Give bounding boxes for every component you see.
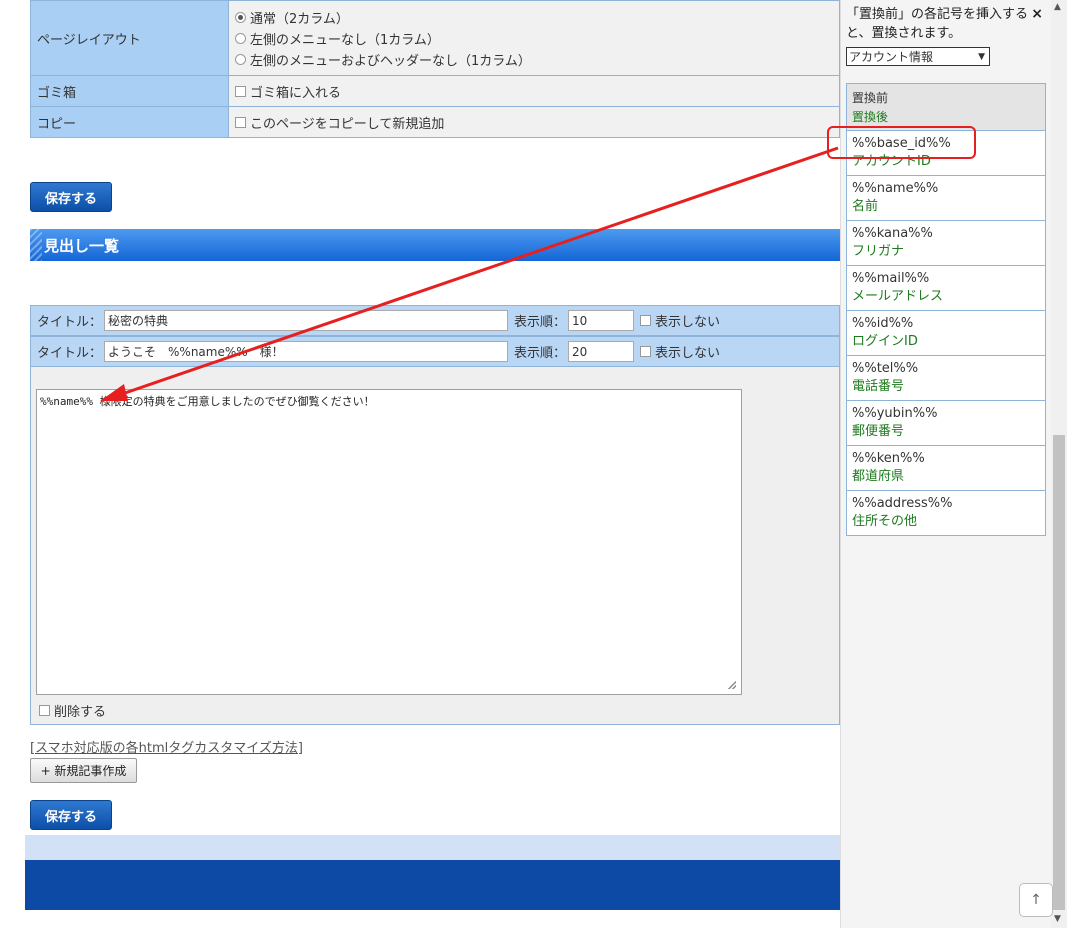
heading-row: タイトル： ようこそ %%name%% 様！ 表示順： 20 表示しない: [30, 336, 840, 367]
variable-item[interactable]: %%address%% 住所その他: [846, 491, 1046, 536]
footer-band-light: [25, 835, 840, 860]
trash-label: ゴミ箱: [30, 75, 229, 107]
scroll-down-icon[interactable]: ▼: [1054, 914, 1061, 924]
layout-option-1col-no-menu[interactable]: 左側のメニューなし（1カラム）: [235, 28, 833, 49]
variable-item[interactable]: %%tel%% 電話番号: [846, 356, 1046, 401]
layout-option-1col-no-header[interactable]: 左側のメニューおよびヘッダーなし（1カラム）: [235, 49, 833, 70]
resize-grip-icon[interactable]: [728, 681, 736, 689]
annotation-highlight-box: [827, 126, 976, 159]
variable-item[interactable]: %%id%% ログインID: [846, 311, 1046, 356]
page-settings-table: ページレイアウト 通常（2カラム） 左側のメニューなし（1カラム） 左側のメニュ…: [30, 0, 840, 138]
main-content: ページレイアウト 通常（2カラム） 左側のメニューなし（1カラム） 左側のメニュ…: [0, 0, 840, 928]
copy-checkbox-row[interactable]: このページをコピーして新規追加: [235, 112, 833, 133]
trash-checkbox-row[interactable]: ゴミ箱に入れる: [235, 81, 833, 102]
copy-label: コピー: [30, 106, 229, 138]
content-textarea[interactable]: %%name%% 様限定の特典をご用意しましたのでぜひ御覧ください！: [36, 389, 742, 695]
delete-checkbox[interactable]: [39, 705, 50, 716]
variable-list-header: 置換前 置換後: [846, 83, 1046, 131]
page-layout-label: ページレイアウト: [30, 0, 229, 76]
scroll-up-icon[interactable]: ▲: [1054, 2, 1061, 12]
section-title-headings: 見出し一覧: [30, 229, 840, 261]
radio-icon[interactable]: [235, 53, 246, 65]
editor-panel: %%name%% 様限定の特典をご用意しましたのでぜひ御覧ください！ 削除する: [30, 367, 840, 725]
heading-row: タイトル： 秘密の特典 表示順： 10 表示しない: [30, 305, 840, 336]
hide-checkbox[interactable]: [640, 346, 652, 357]
heading-order-input[interactable]: 20: [568, 341, 635, 362]
variable-item[interactable]: %%name%% 名前: [846, 176, 1046, 221]
page-scrollbar[interactable]: ▲ ▼: [1051, 0, 1067, 928]
layout-option-2col[interactable]: 通常（2カラム）: [235, 7, 833, 28]
delete-checkbox-row[interactable]: 削除する: [39, 701, 106, 720]
save-button-top[interactable]: 保存する: [30, 182, 112, 212]
variable-item[interactable]: %%yubin%% 郵便番号: [846, 401, 1046, 446]
page-layout-options: 通常（2カラム） 左側のメニューなし（1カラム） 左側のメニューおよびヘッダーな…: [228, 0, 840, 76]
variable-item[interactable]: %%mail%% メールアドレス: [846, 266, 1046, 311]
dropdown-arrow-icon: ▼: [978, 51, 985, 62]
panel-help-text: 「置換前」の各記号を挿入すると、置換されます。: [846, 7, 1029, 41]
close-icon[interactable]: ×: [1031, 6, 1043, 22]
copy-checkbox[interactable]: [235, 116, 246, 128]
trash-checkbox[interactable]: [235, 85, 246, 97]
heading-title-input[interactable]: ようこそ %%name%% 様！: [104, 341, 509, 362]
scroll-thumb[interactable]: [1053, 435, 1065, 910]
hide-checkbox[interactable]: [640, 315, 652, 326]
radio-selected-icon[interactable]: [235, 11, 246, 23]
category-select[interactable]: アカウント情報 ▼: [846, 47, 990, 66]
variable-item[interactable]: %%kana%% フリガナ: [846, 221, 1046, 266]
back-to-top-icon[interactable]: ↑: [1019, 883, 1053, 917]
heading-title-input[interactable]: 秘密の特典: [104, 310, 509, 331]
new-article-button[interactable]: + 新規記事作成: [30, 758, 137, 783]
radio-icon[interactable]: [235, 32, 246, 44]
customize-guide-link[interactable]: [スマホ対応版の各htmlタグカスタマイズ方法]: [30, 737, 303, 756]
heading-order-input[interactable]: 10: [568, 310, 635, 331]
variable-item[interactable]: %%ken%% 都道府県: [846, 446, 1046, 491]
save-button-bottom[interactable]: 保存する: [30, 800, 112, 830]
footer-band-dark: [25, 860, 840, 910]
